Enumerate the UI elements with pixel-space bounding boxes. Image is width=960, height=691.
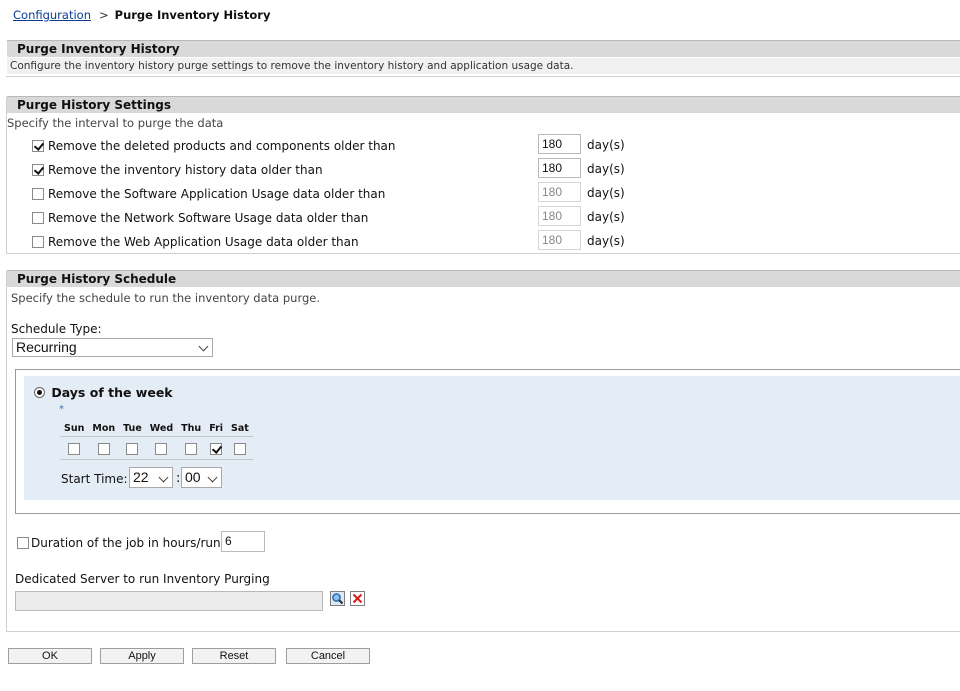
duration-checkbox[interactable] <box>17 536 29 549</box>
day-checkbox-thu[interactable] <box>185 442 198 455</box>
days-unit: day(s) <box>587 234 625 248</box>
reset-button[interactable]: Reset <box>192 648 276 664</box>
duration-label: Duration of the job in hours/run <box>31 535 221 550</box>
days-unit: day(s) <box>587 138 625 152</box>
day-header-sat: Sat <box>227 420 253 437</box>
day-checkbox-sun[interactable] <box>68 442 81 455</box>
schedule-type-select[interactable]: Recurring <box>12 338 213 357</box>
settings-description: Specify the interval to purge the data <box>7 116 224 130</box>
breadcrumb-separator: > <box>99 8 109 22</box>
chevron-down-icon <box>207 472 218 483</box>
setting-row-network-software-usage: Remove the Network Software Usage data o… <box>32 210 368 225</box>
days-unit: day(s) <box>587 162 625 176</box>
start-time-label: Start Time: <box>61 472 128 486</box>
setting-label: Remove the inventory history data older … <box>48 162 323 177</box>
chevron-down-icon <box>198 341 209 352</box>
day-checkbox-fri[interactable] <box>210 442 223 455</box>
setting-days-input-inventory-history[interactable]: 180 <box>538 158 581 178</box>
schedule-description: Specify the schedule to run the inventor… <box>11 291 321 305</box>
setting-days-input-software-usage[interactable]: 180 <box>538 182 581 202</box>
setting-checkbox[interactable] <box>32 211 44 224</box>
day-header-thu: Thu <box>177 420 206 437</box>
start-hour-value: 22 <box>133 469 149 485</box>
search-icon <box>332 593 344 605</box>
schedule-type-label: Schedule Type: <box>11 322 102 336</box>
start-minute-value: 00 <box>185 469 201 485</box>
day-header-sun: Sun <box>60 420 89 437</box>
days-unit: day(s) <box>587 186 625 200</box>
setting-checkbox[interactable] <box>32 187 44 200</box>
required-marker: * <box>59 404 64 415</box>
setting-checkbox[interactable] <box>32 139 44 152</box>
days-unit: day(s) <box>587 210 625 224</box>
chevron-down-icon <box>158 472 169 483</box>
server-label: Dedicated Server to run Inventory Purgin… <box>15 572 270 586</box>
setting-row-inventory-history: Remove the inventory history data older … <box>32 162 323 177</box>
schedule-type-value: Recurring <box>16 339 77 355</box>
setting-days-input-deleted-products[interactable]: 180 <box>538 134 581 154</box>
search-server-button[interactable] <box>330 591 345 606</box>
day-checkbox-mon[interactable] <box>97 442 110 455</box>
duration-row: Duration of the job in hours/run <box>17 535 221 550</box>
server-input[interactable] <box>15 591 323 611</box>
start-hour-select[interactable]: 22 <box>129 467 173 488</box>
settings-section-title: Purge History Settings <box>7 96 960 113</box>
divider <box>6 76 960 77</box>
setting-label: Remove the deleted products and componen… <box>48 138 396 153</box>
duration-input[interactable]: 6 <box>221 531 265 552</box>
day-header-fri: Fri <box>205 420 228 437</box>
setting-checkbox[interactable] <box>32 163 44 176</box>
setting-checkbox[interactable] <box>32 235 44 248</box>
day-header-mon: Mon <box>88 420 120 437</box>
setting-row-web-application-usage: Remove the Web Application Usage data ol… <box>32 234 359 249</box>
setting-row-deleted-products: Remove the deleted products and componen… <box>32 138 396 153</box>
setting-label: Remove the Network Software Usage data o… <box>48 210 369 225</box>
schedule-section-title: Purge History Schedule <box>7 270 960 287</box>
days-of-week-option: Days of the week <box>34 384 173 400</box>
breadcrumb-current: Purge Inventory History <box>114 8 271 22</box>
intro-section-title: Purge Inventory History <box>7 40 960 57</box>
setting-days-input-web-application-usage[interactable]: 180 <box>538 230 581 250</box>
days-of-week-table: Sun Mon Tue Wed Thu Fri Sat <box>60 420 253 460</box>
close-icon <box>352 593 363 604</box>
setting-row-software-usage: Remove the Software Application Usage da… <box>32 186 385 201</box>
breadcrumb-link-configuration[interactable]: Configuration <box>13 8 91 22</box>
setting-label: Remove the Software Application Usage da… <box>48 186 386 201</box>
day-checkbox-tue[interactable] <box>126 442 139 455</box>
day-checkbox-wed[interactable] <box>155 442 168 455</box>
day-checkbox-sat[interactable] <box>233 442 246 455</box>
start-minute-select[interactable]: 00 <box>181 467 222 488</box>
day-header-wed: Wed <box>145 420 178 437</box>
intro-description: Configure the inventory history purge se… <box>7 58 960 74</box>
ok-button[interactable]: OK <box>8 648 92 664</box>
cancel-button[interactable]: Cancel <box>286 648 370 664</box>
setting-label: Remove the Web Application Usage data ol… <box>48 234 359 249</box>
apply-button[interactable]: Apply <box>100 648 184 664</box>
setting-days-input-network-software-usage[interactable]: 180 <box>538 206 581 226</box>
breadcrumb: Configuration > Purge Inventory History <box>13 8 270 22</box>
time-separator: : <box>176 471 181 486</box>
days-of-week-label: Days of the week <box>51 385 173 400</box>
day-header-tue: Tue <box>119 420 146 437</box>
days-of-week-radio[interactable] <box>34 387 45 398</box>
clear-server-button[interactable] <box>350 591 365 606</box>
